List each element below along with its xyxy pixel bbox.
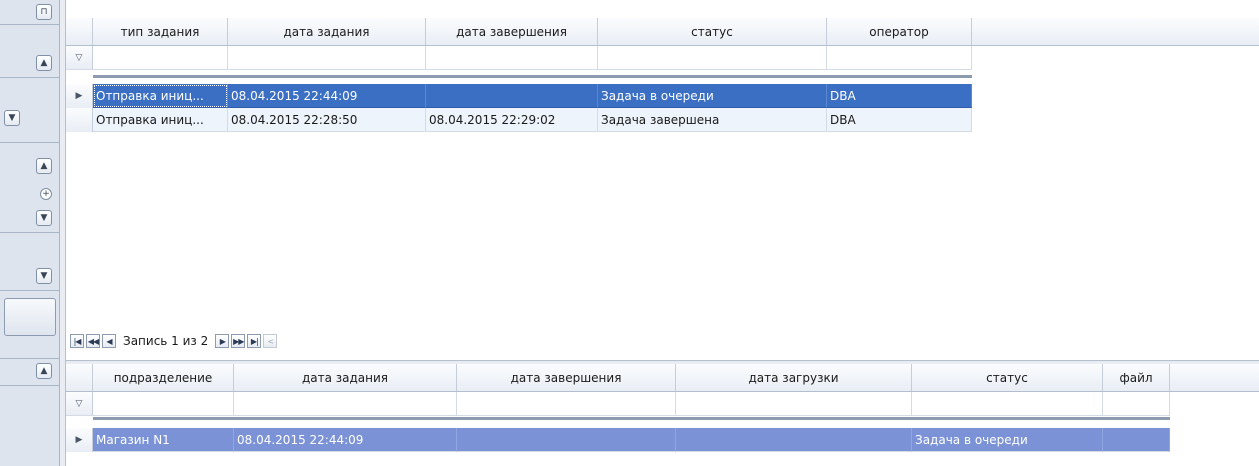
cell-task-date[interactable]: 08.04.2015 22:44:09 [234,428,457,452]
triangle-right-icon: ▶ [66,84,93,108]
filter-cell-file[interactable] [1103,392,1170,415]
filter-row: ▽ [66,392,1170,416]
record-counter: Запись 1 из 2 [123,334,209,348]
cell-task-date[interactable]: 08.04.2015 22:44:09 [228,84,426,108]
panel-button[interactable] [4,298,56,336]
column-header-task-date[interactable]: дата задания [234,364,457,391]
cell-finish-date[interactable]: 08.04.2015 22:29:02 [426,108,598,132]
table-row[interactable]: ▶ Отправка иниц... 08.04.2015 22:44:09 З… [66,84,972,108]
chevron-down-icon[interactable]: ▼ [36,268,52,284]
filter-cell-department[interactable] [93,392,234,415]
column-header-department[interactable]: подразделение [93,364,234,391]
table-row[interactable]: Отправка иниц... 08.04.2015 22:28:50 08.… [66,108,972,132]
filter-cell-finish-date[interactable] [426,46,598,69]
filter-cell-task-type[interactable] [93,46,228,69]
cell-status[interactable]: Задача в очереди [598,84,827,108]
cell-status[interactable]: Задача завершена [598,108,827,132]
cell-operator[interactable]: DBA [827,84,972,108]
first-record-icon[interactable]: |◀ [70,334,84,348]
cell-task-date[interactable]: 08.04.2015 22:28:50 [228,108,426,132]
prev-page-icon[interactable]: ◀◀ [86,334,100,348]
cell-finish-date[interactable] [426,84,598,108]
cell-finish-date[interactable] [457,428,676,452]
column-header-finish-date[interactable]: дата завершения [457,364,676,391]
last-record-icon[interactable]: ▶| [247,334,262,348]
row-indicator [66,108,93,132]
column-header-task-type[interactable]: тип задания [93,18,228,45]
column-header-status[interactable]: статус [912,364,1103,391]
cell-load-date[interactable] [676,428,912,452]
cell-operator[interactable]: DBA [827,108,972,132]
next-record-icon[interactable]: ▶ [215,334,230,348]
triangle-right-icon: ▶ [66,428,93,452]
column-header-status[interactable]: статус [598,18,827,45]
header-indicator [66,364,93,391]
column-header-operator[interactable]: оператор [827,18,972,45]
left-filter-panel: ⊓ ▲ ▼ ▲ + ▼ ▼ ▲ [0,0,60,466]
column-header-empty [972,18,1259,45]
pin-icon[interactable]: ⊓ [36,4,52,20]
cell-task-type[interactable]: Отправка иниц... [93,108,228,132]
filter-cell-load-date[interactable] [676,392,912,415]
filter-cell-finish-date[interactable] [457,392,676,415]
plus-circle-icon[interactable]: + [40,188,52,200]
table-row[interactable]: ▶ Магазин N1 08.04.2015 22:44:09 Задача … [66,428,1170,452]
prev-record-icon[interactable]: ◀ [102,334,116,348]
filter-cell-operator[interactable] [827,46,972,69]
cell-status[interactable]: Задача в очереди [912,428,1103,452]
filter-cell-status[interactable] [598,46,827,69]
chevron-down-icon[interactable]: ▼ [36,210,52,226]
filter-icon[interactable]: ▽ [66,46,93,69]
cell-file[interactable] [1103,428,1170,452]
filter-cell-task-date[interactable] [228,46,426,69]
column-header-finish-date[interactable]: дата завершения [426,18,598,45]
chevron-up-icon[interactable]: ▲ [36,158,52,174]
filter-cell-status[interactable] [912,392,1103,415]
cell-task-type[interactable]: Отправка иниц... [93,84,228,108]
filter-cell-task-date[interactable] [234,392,457,415]
subtasks-grid: подразделение дата задания дата завершен… [66,364,1259,466]
tasks-grid: тип задания дата задания дата завершения… [66,0,1259,360]
record-navigator: |◀ ◀◀ ◀ Запись 1 из 2 ▶ ▶▶ ▶| < [70,331,278,351]
cell-department[interactable]: Магазин N1 [93,428,234,452]
column-header-file[interactable]: файл [1103,364,1170,391]
filter-row: ▽ [66,46,972,70]
chevron-down-icon[interactable]: ▼ [4,110,20,126]
tasks-grid-header: тип задания дата задания дата завершения… [66,18,1259,46]
column-header-task-date[interactable]: дата задания [228,18,426,45]
chevron-up-icon[interactable]: ▲ [36,363,52,379]
next-page-icon[interactable]: ▶▶ [231,334,246,348]
scroll-left-icon[interactable]: < [263,334,278,348]
chevron-up-icon[interactable]: ▲ [36,55,52,71]
subtasks-grid-header: подразделение дата задания дата завершен… [66,364,1259,392]
filter-icon[interactable]: ▽ [66,392,93,415]
header-indicator [66,18,93,45]
column-header-load-date[interactable]: дата загрузки [676,364,912,391]
column-header-empty [1170,364,1259,391]
